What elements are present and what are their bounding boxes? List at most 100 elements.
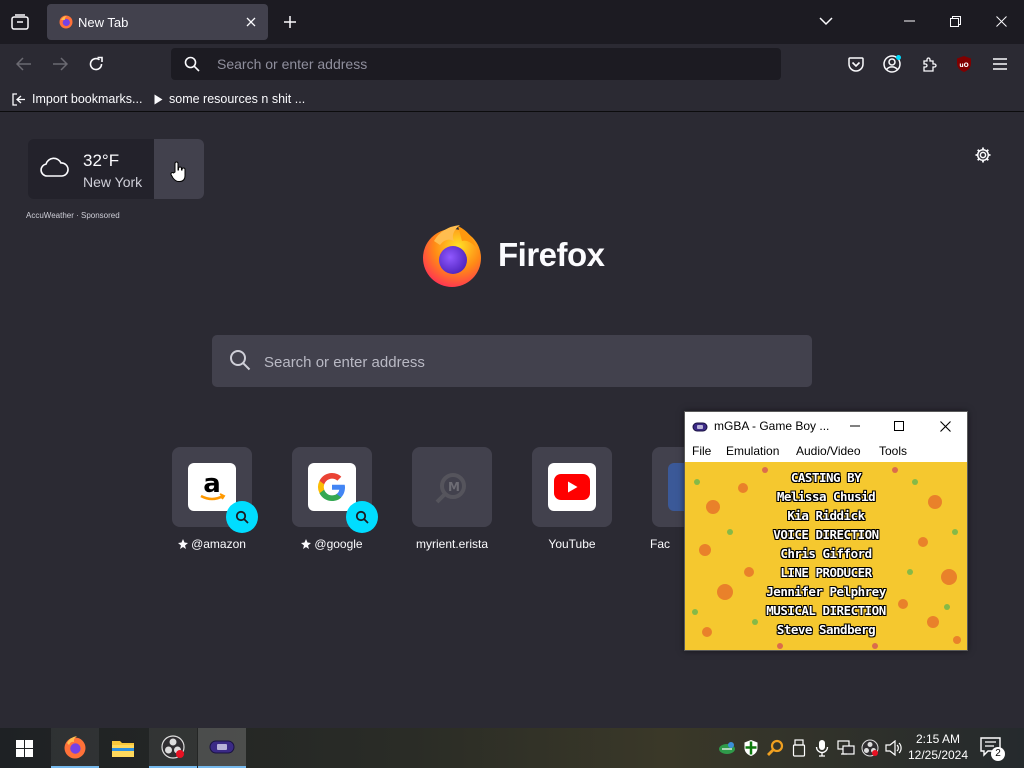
credit-line: Steve Sandberg	[776, 622, 876, 637]
topsite-myrient[interactable]: M myrient.erista	[412, 447, 492, 551]
bookmark-import[interactable]: Import bookmarks...	[12, 90, 142, 108]
chevron-down-icon[interactable]	[815, 10, 837, 32]
close-window-icon[interactable]	[934, 416, 956, 436]
myrient-logo-icon: M	[428, 463, 476, 511]
topsite-tile[interactable]	[532, 447, 612, 527]
topsite-label: @amazon	[142, 537, 282, 551]
bookmark-folder-label: some resources n shit ...	[169, 92, 306, 106]
reload-icon[interactable]	[84, 52, 108, 76]
topsite-tile[interactable]: a	[172, 447, 258, 533]
play-triangle-icon	[154, 94, 163, 104]
search-shortcut-icon	[226, 501, 258, 533]
topsite-google[interactable]: @google	[292, 447, 378, 551]
mgba-window[interactable]: mGBA - Game Boy ... File Emulation Audio…	[684, 411, 968, 651]
weather-options-button[interactable]	[154, 139, 204, 199]
credit-line: MUSICAL DIRECTION	[766, 603, 886, 618]
tray-obs-icon[interactable]	[861, 739, 879, 757]
windows-taskbar: 2:15 AM 12/25/2024 2	[0, 728, 1024, 768]
topsite-label: @google	[262, 537, 402, 551]
maximize-window-icon[interactable]	[888, 416, 910, 436]
topsite-tile[interactable]	[292, 447, 378, 533]
extensions-puzzle-icon[interactable]	[917, 52, 941, 76]
bookmark-folder[interactable]: some resources n shit ...	[154, 90, 305, 108]
topsite-amazon[interactable]: a @amazon	[172, 447, 258, 551]
pin-icon	[301, 539, 312, 549]
back-arrow-icon[interactable]	[12, 52, 36, 76]
mgba-titlebar[interactable]: mGBA - Game Boy ...	[685, 412, 967, 440]
taskbar-clock[interactable]: 2:15 AM 12/25/2024	[906, 731, 970, 763]
svg-text:a: a	[203, 470, 221, 499]
hamburger-menu-icon[interactable]	[988, 52, 1012, 76]
credit-line: LINE PRODUCER	[780, 565, 872, 580]
topsite-label: myrient.erista	[382, 537, 522, 551]
minimize-window-icon[interactable]	[894, 6, 924, 36]
restore-window-icon[interactable]	[940, 6, 970, 36]
hand-cursor-icon	[170, 161, 186, 182]
mgba-title: mGBA - Game Boy ...	[714, 419, 830, 433]
taskbar-file-explorer-icon[interactable]	[99, 728, 147, 768]
tray-network-icon[interactable]	[837, 739, 855, 757]
taskbar-mgba-icon[interactable]	[198, 728, 246, 768]
cloud-icon	[39, 156, 69, 183]
forward-arrow-icon[interactable]	[48, 52, 72, 76]
action-center-icon[interactable]: 2	[980, 737, 1006, 761]
pin-icon	[178, 539, 189, 549]
minimize-window-icon[interactable]	[844, 416, 866, 436]
import-icon	[12, 92, 25, 106]
new-tab-plus-icon[interactable]	[279, 9, 301, 35]
tab-strip: New Tab	[0, 0, 1024, 44]
taskbar-firefox-icon[interactable]	[51, 728, 99, 768]
ublock-origin-icon[interactable]: uO	[952, 52, 976, 76]
clock-time: 2:15 AM	[915, 732, 961, 746]
topsite-label-text: YouTube	[548, 537, 596, 551]
tray-network-share-icon[interactable]	[718, 739, 736, 757]
bookmark-import-label: Import bookmarks...	[32, 92, 143, 106]
topsite-label-text: @amazon	[191, 537, 246, 551]
account-icon[interactable]	[880, 52, 904, 76]
topsite-tile[interactable]: M	[412, 447, 492, 527]
clock-date: 12/25/2024	[907, 748, 969, 762]
topsite-youtube[interactable]: YouTube	[532, 447, 612, 551]
mgba-menu-tools[interactable]: Tools	[879, 444, 907, 458]
tab-new-tab[interactable]: New Tab	[47, 4, 268, 40]
mgba-menu-file[interactable]: File	[692, 444, 711, 458]
mgba-menu-emulation[interactable]: Emulation	[726, 444, 779, 458]
tray-search-tool-icon[interactable]	[766, 739, 784, 757]
topsite-label-text: myrient.erista	[415, 537, 489, 551]
tray-security-shield-icon[interactable]	[742, 739, 760, 757]
google-logo-icon	[308, 463, 356, 511]
pocket-icon[interactable]	[844, 52, 868, 76]
mgba-menu-audio-video[interactable]: Audio/Video	[796, 444, 861, 458]
tray-volume-icon[interactable]	[885, 739, 903, 757]
tray-microphone-icon[interactable]	[813, 739, 831, 757]
youtube-logo-icon	[548, 463, 596, 511]
weather-sponsor-text: AccuWeather · Sponsored	[26, 211, 120, 220]
close-tab-icon[interactable]	[242, 13, 260, 31]
credit-line: Kia Riddick	[787, 508, 865, 523]
windows-start-icon[interactable]	[0, 728, 48, 768]
newtab-search-input[interactable]	[264, 352, 784, 372]
tab-list-icon[interactable]	[6, 8, 34, 36]
tray-usb-drive-icon[interactable]	[790, 739, 808, 757]
navigation-toolbar: uO	[0, 44, 1024, 84]
taskbar-obs-icon[interactable]	[149, 728, 197, 768]
svg-text:uO: uO	[959, 62, 968, 69]
credit-line: Jennifer Pelphrey	[766, 584, 886, 599]
topsite-label: YouTube	[502, 537, 642, 551]
svg-text:M: M	[448, 480, 460, 494]
address-input[interactable]	[217, 55, 757, 73]
firefox-logo-icon	[420, 223, 484, 287]
credit-line: Melissa Chusid	[776, 489, 876, 504]
credit-line: CASTING BY	[790, 470, 862, 485]
gear-icon[interactable]	[972, 144, 994, 166]
bookmarks-toolbar: Import bookmarks... some resources n shi…	[0, 84, 1024, 112]
mgba-app-icon	[692, 420, 708, 438]
close-window-icon[interactable]	[986, 6, 1016, 36]
address-bar[interactable]	[171, 48, 781, 80]
weather-temperature: 32°F	[83, 151, 120, 170]
notification-count-badge: 2	[991, 747, 1005, 761]
newtab-search-box[interactable]	[212, 335, 812, 387]
mgba-game-screen[interactable]: CASTING BY Melissa Chusid Kia Riddick VO…	[685, 462, 967, 650]
topsite-label-text: @google	[314, 537, 363, 551]
weather-widget[interactable]: 32°F New York	[28, 139, 204, 199]
